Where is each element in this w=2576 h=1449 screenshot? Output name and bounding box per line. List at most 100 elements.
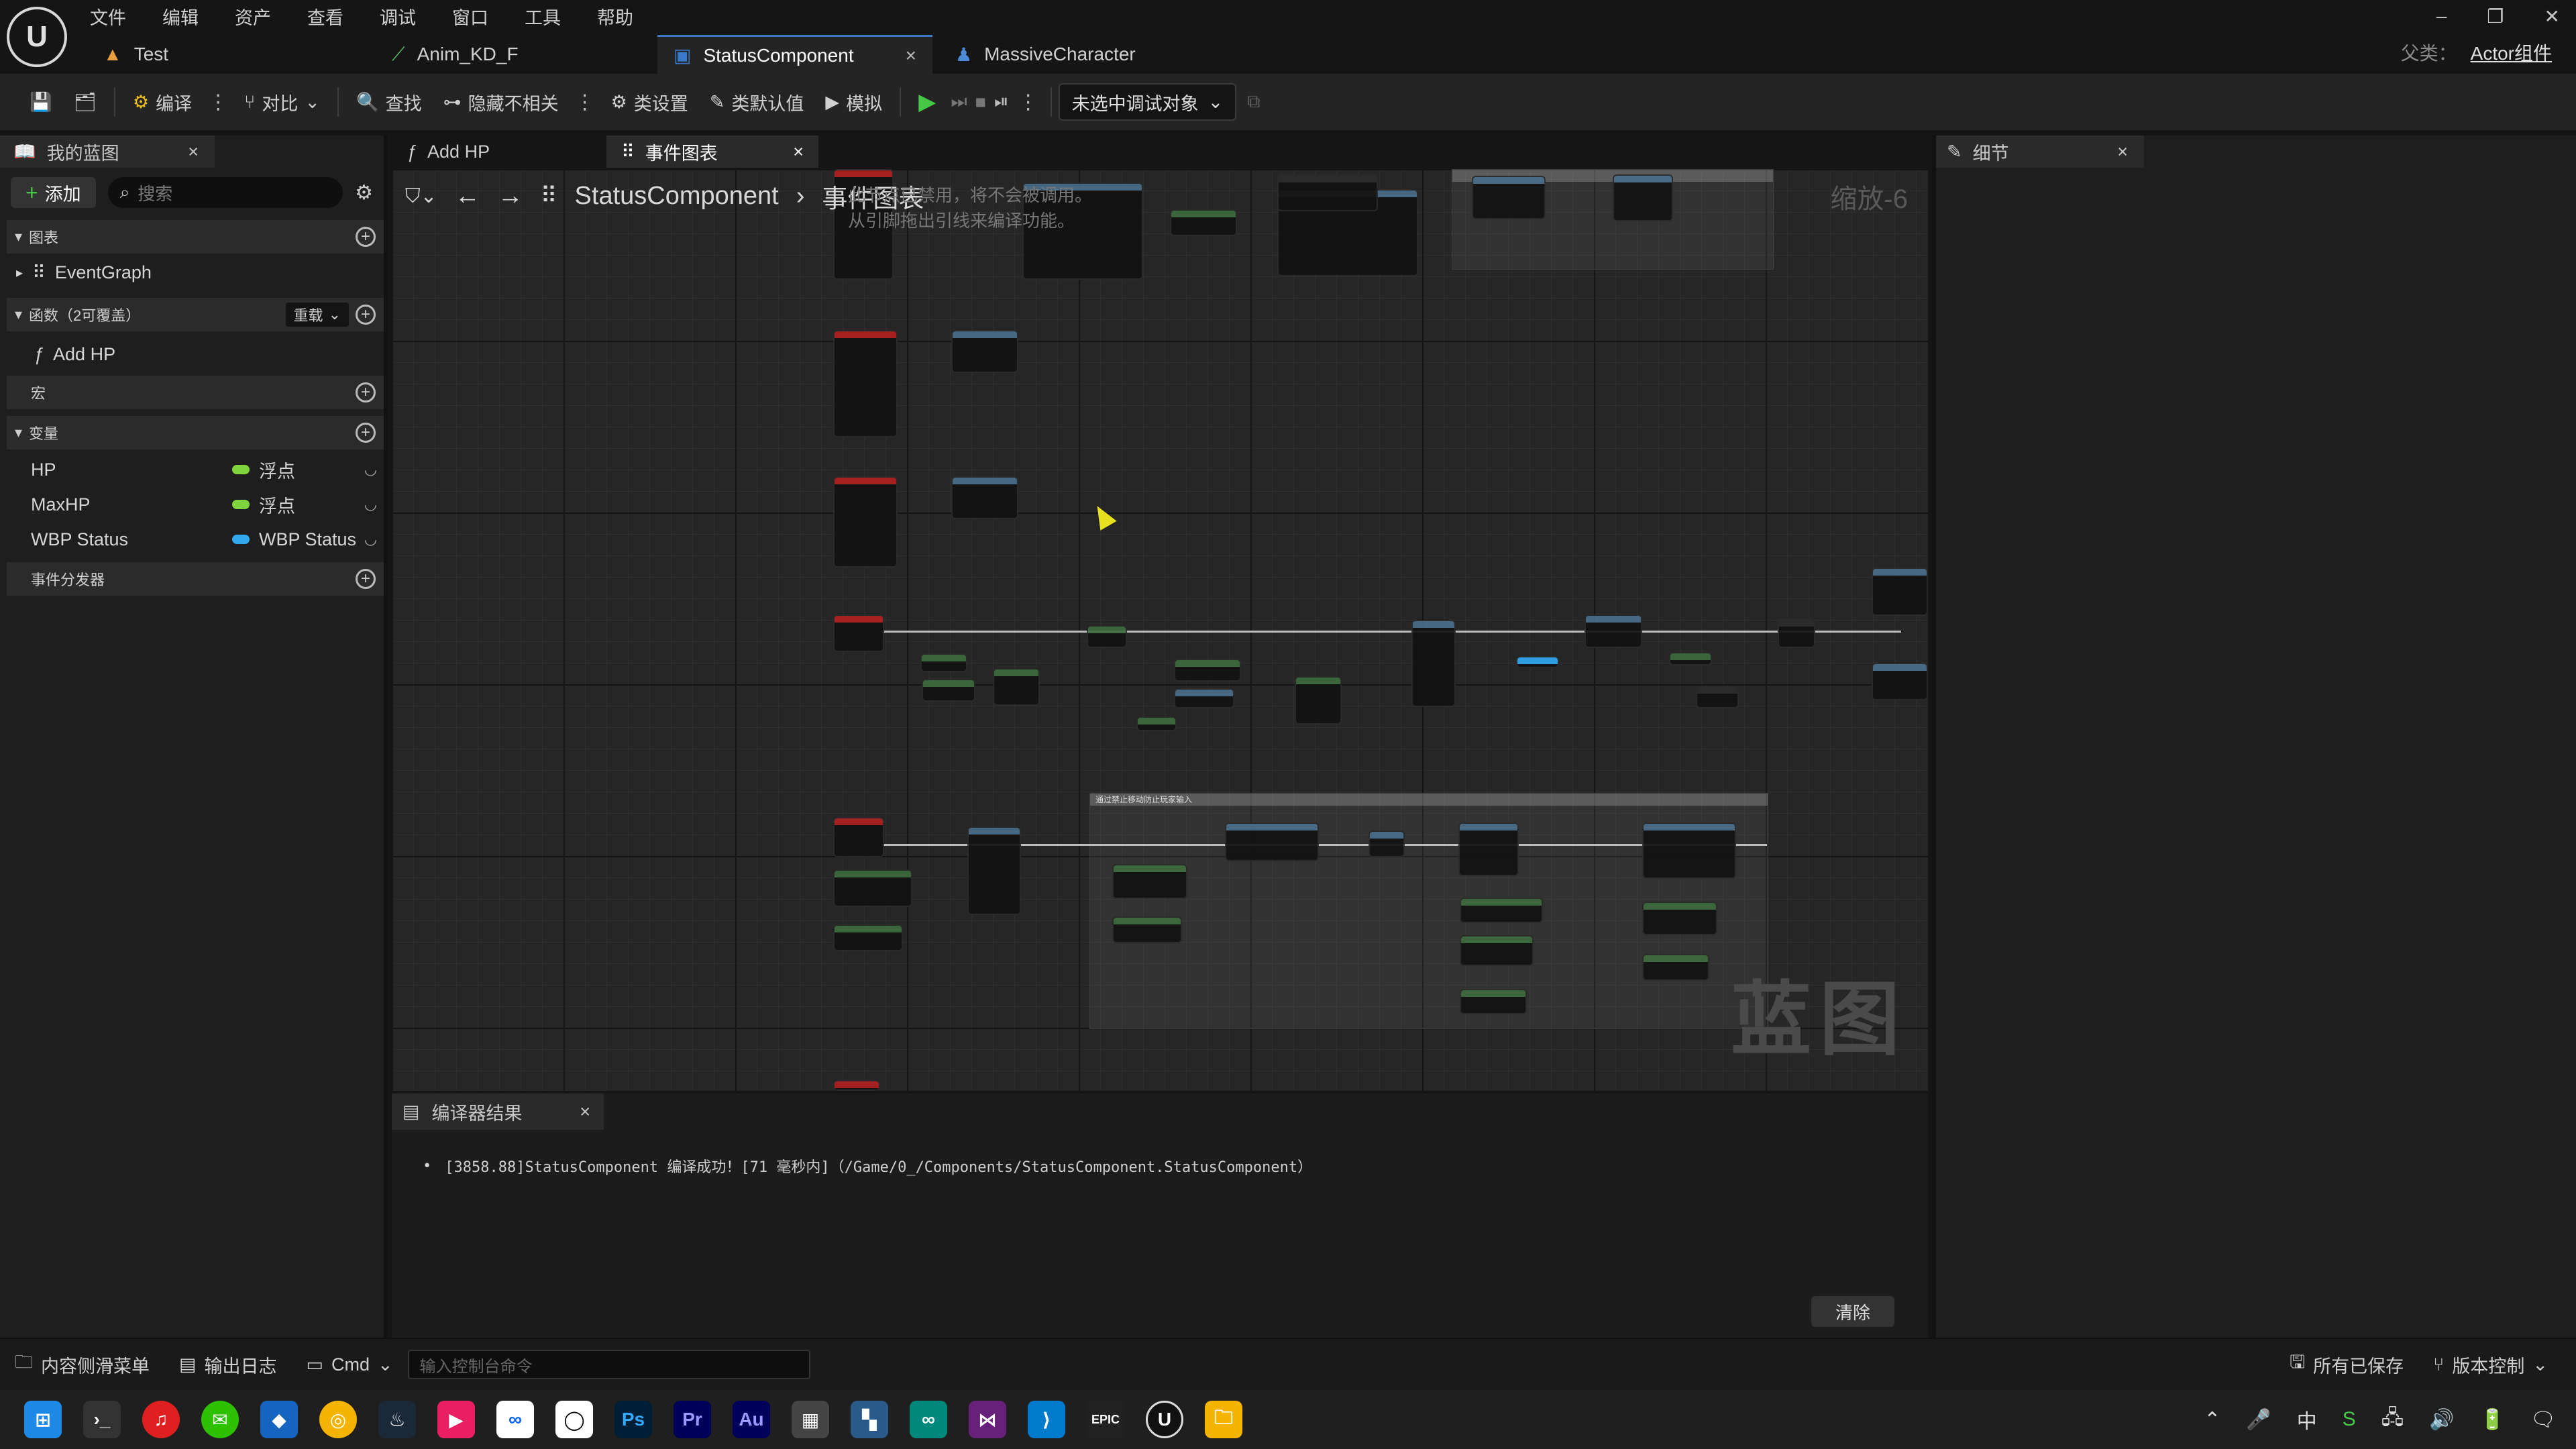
clear-button[interactable]: 清除 <box>1811 1296 1894 1327</box>
graph-node[interactable] <box>1642 822 1736 879</box>
function-item-add-hp[interactable]: ƒ Add HP <box>7 337 384 372</box>
menu-window[interactable]: 窗口 <box>452 3 488 30</box>
graph-node[interactable] <box>1460 989 1527 1014</box>
graph-node[interactable] <box>1458 822 1519 876</box>
graph-node[interactable] <box>1778 619 1815 648</box>
chrome-icon[interactable]: ◎ <box>319 1401 357 1438</box>
breadcrumb-root[interactable]: StatusComponent <box>575 182 779 211</box>
graph-node[interactable] <box>993 668 1040 706</box>
graph-node[interactable] <box>1368 830 1405 857</box>
oculus-icon[interactable]: ◯ <box>555 1401 593 1438</box>
diff-button[interactable]: ⑂ 对比 ⌄ <box>233 82 331 122</box>
unreal-logo-icon[interactable]: U <box>7 7 67 67</box>
section-graphs[interactable]: ▾ 图表 + <box>7 220 384 254</box>
compiler-results-tab[interactable]: ▤ 编译器结果 × <box>392 1093 604 1130</box>
graph-node[interactable] <box>1411 620 1456 707</box>
close-icon[interactable]: × <box>580 1102 590 1122</box>
close-icon[interactable]: × <box>906 45 916 66</box>
all-saved-button[interactable]: 🖫 所有已保存 <box>2275 1338 2418 1391</box>
unreal-editor-icon[interactable]: U <box>1146 1401 1183 1438</box>
eye-closed-icon[interactable]: ◡ <box>364 531 377 548</box>
network-icon[interactable]: 🖧 <box>2381 1403 2404 1437</box>
graph-tab-event-graph[interactable]: ⠿ 事件图表 × <box>606 136 818 168</box>
graph-node[interactable] <box>951 330 1018 373</box>
add-graph-icon[interactable]: + <box>356 227 376 247</box>
graph-node[interactable] <box>920 653 967 672</box>
graph-node[interactable] <box>1295 676 1342 724</box>
output-log-button[interactable]: ▤ 输出日志 <box>164 1338 292 1391</box>
graph-node[interactable] <box>1642 954 1709 981</box>
graph-node[interactable] <box>1460 935 1534 966</box>
graph-canvas[interactable]: 通过禁止移动防止玩家输入 ⛉⌄ ← → ⠿ StatusComponent › … <box>392 169 1928 1091</box>
eject-button[interactable]: ⏯ <box>990 82 1013 122</box>
doc-tab-anim[interactable]: ⟋ Anim_KD_F <box>376 35 657 74</box>
class-settings-button[interactable]: ⚙ 类设置 <box>600 82 699 122</box>
notification-icon[interactable]: 🗨 <box>2530 1408 2556 1432</box>
graph-node[interactable] <box>1872 663 1928 700</box>
doc-tab-massivecharacter[interactable]: ♟ MassiveCharacter <box>939 35 1221 74</box>
back-arrow-icon[interactable]: ← <box>455 182 480 211</box>
override-dropdown[interactable]: 重载 ⌄ <box>285 303 349 327</box>
close-icon[interactable]: × <box>793 142 804 162</box>
graph-node[interactable] <box>833 614 884 652</box>
graph-node[interactable] <box>922 679 975 702</box>
graph-node[interactable] <box>1112 916 1182 943</box>
simulate-button[interactable]: ▶ 模拟 <box>814 82 893 122</box>
forward-arrow-icon[interactable]: → <box>498 182 523 211</box>
graph-node[interactable] <box>951 476 1018 519</box>
restore-icon[interactable]: ❐ <box>2487 5 2504 28</box>
calculator-icon[interactable]: ▦ <box>792 1401 829 1438</box>
audition-icon[interactable]: Au <box>733 1401 770 1438</box>
doc-tab-test[interactable]: ▲ Test <box>87 35 376 74</box>
graph-item-eventgraph[interactable]: ▸ ⠿ EventGraph <box>7 255 384 290</box>
stop-button[interactable]: ■ <box>971 82 990 122</box>
variable-item-hp[interactable]: HP 浮点 ◡ <box>7 452 384 487</box>
details-tab[interactable]: ✎ 细节 × <box>1936 136 2144 168</box>
graph-node[interactable] <box>1642 902 1717 935</box>
section-variables[interactable]: ▾ 变量 + <box>7 416 384 449</box>
vscode-icon[interactable]: ⟩ <box>1028 1401 1065 1438</box>
netease-music-icon[interactable]: ♫ <box>142 1401 180 1438</box>
play-button[interactable]: ▶ <box>908 82 947 122</box>
eye-closed-icon[interactable]: ◡ <box>364 496 377 513</box>
my-blueprint-tab[interactable]: 📖 我的蓝图 × <box>0 136 215 168</box>
graph-tab-add-hp[interactable]: ƒ Add HP <box>392 136 606 168</box>
graph-node[interactable] <box>1136 716 1177 731</box>
visual-studio-icon[interactable]: ⋈ <box>969 1401 1006 1438</box>
app-pink-icon[interactable]: ▶ <box>437 1401 475 1438</box>
bilibili-like-app-icon[interactable]: ◆ <box>260 1401 298 1438</box>
eye-closed-icon[interactable]: ◡ <box>364 461 377 478</box>
graph-node[interactable] <box>1585 614 1642 648</box>
close-icon[interactable]: × <box>188 142 199 162</box>
save-button[interactable]: 💾 <box>19 82 63 122</box>
close-icon[interactable]: × <box>2117 142 2128 162</box>
graph-node[interactable] <box>1872 568 1928 616</box>
epic-games-icon[interactable]: EPIC <box>1087 1401 1124 1438</box>
cmd-dropdown[interactable]: ▭ Cmd ⌄ <box>292 1338 408 1391</box>
graph-node[interactable] <box>833 330 898 437</box>
section-macros[interactable]: 宏 + <box>7 376 384 409</box>
sogou-icon[interactable]: S <box>2343 1408 2356 1431</box>
play-options-icon[interactable]: ⋮ <box>1013 91 1044 114</box>
graph-node[interactable] <box>833 869 912 907</box>
add-variable-icon[interactable]: + <box>356 423 376 443</box>
bookmark-icon[interactable]: ⛉⌄ <box>405 184 437 208</box>
graph-node[interactable] <box>1174 688 1234 708</box>
graph-node[interactable] <box>833 924 903 951</box>
app-blue-icon[interactable]: ▚ <box>851 1401 888 1438</box>
add-macro-icon[interactable]: + <box>356 382 376 402</box>
graph-node[interactable] <box>1112 864 1187 899</box>
battery-icon[interactable]: 🔋 <box>2480 1408 2505 1432</box>
variable-item-maxhp[interactable]: MaxHP 浮点 ◡ <box>7 487 384 522</box>
section-dispatchers[interactable]: 事件分发器 + <box>7 562 384 596</box>
graph-node[interactable] <box>1669 652 1712 665</box>
parent-class-link[interactable]: Actor组件 <box>2471 39 2552 66</box>
menu-asset[interactable]: 资产 <box>235 3 271 30</box>
volume-icon[interactable]: 🔊 <box>2429 1408 2454 1432</box>
graph-node[interactable] <box>833 1080 880 1091</box>
menu-edit[interactable]: 编辑 <box>162 3 199 30</box>
doc-tab-statuscomponent[interactable]: ▣ StatusComponent × <box>657 35 932 74</box>
terminal-app-icon[interactable]: ›_ <box>83 1401 121 1438</box>
search-input[interactable]: ⌕ 搜索 <box>107 177 343 208</box>
graph-node[interactable] <box>1516 656 1559 668</box>
